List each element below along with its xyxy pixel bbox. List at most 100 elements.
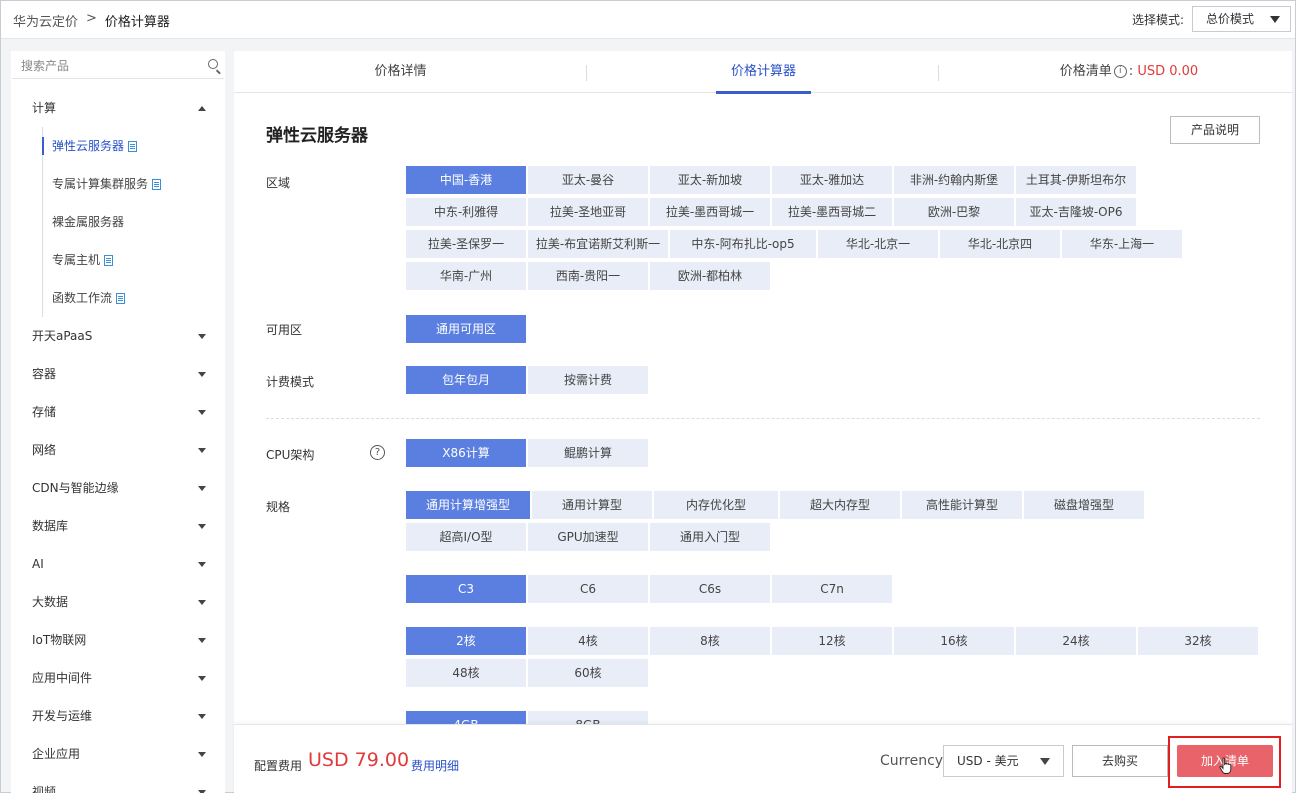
currency-select[interactable]: USD - 美元 <box>943 745 1064 777</box>
cpu-option[interactable]: X86计算 <box>406 439 526 467</box>
region-option[interactable]: 土耳其-伊斯坦布尔 <box>1016 166 1136 194</box>
tab-price-details[interactable]: 价格详情 <box>234 51 567 93</box>
sidebar-category[interactable]: 容器 <box>11 355 225 393</box>
spec-type-option[interactable]: 超高I/O型 <box>406 523 526 551</box>
spec-type-option[interactable]: 通用入门型 <box>650 523 770 551</box>
region-option[interactable]: 拉美-圣保罗一 <box>406 230 526 258</box>
tab-price-calculator[interactable]: 价格计算器 <box>716 51 811 93</box>
sidebar-category[interactable]: 网络 <box>11 431 225 469</box>
sidebar-category[interactable]: 视频 <box>11 773 225 793</box>
config-fee-value: USD 79.00 <box>308 749 410 771</box>
region-option[interactable]: 拉美-布宜诺斯艾利斯一 <box>528 230 668 258</box>
document-icon[interactable] <box>152 178 162 190</box>
sidebar-item[interactable]: 专属主机 <box>11 241 225 279</box>
region-option[interactable]: 华南-广州 <box>406 262 526 290</box>
cores-option[interactable]: 12核 <box>772 627 892 655</box>
sidebar-category[interactable]: CDN与智能边缘 <box>11 469 225 507</box>
region-option[interactable]: 华北-北京一 <box>818 230 938 258</box>
region-option[interactable]: 欧洲-巴黎 <box>894 198 1014 226</box>
caret-down-icon <box>1040 758 1050 765</box>
region-option[interactable]: 非洲-约翰内斯堡 <box>894 166 1014 194</box>
sidebar-category-label: 视频 <box>32 785 57 793</box>
cores-option[interactable]: 48核 <box>406 659 526 687</box>
sidebar-category[interactable]: 开发与运维 <box>11 697 225 735</box>
spec-type-option[interactable]: 通用计算增强型 <box>406 491 530 519</box>
region-option[interactable]: 拉美-墨西哥城二 <box>772 198 892 226</box>
cores-option[interactable]: 32核 <box>1138 627 1258 655</box>
spec-type-option[interactable]: 通用计算型 <box>532 491 652 519</box>
billing-option[interactable]: 包年包月 <box>406 366 526 394</box>
document-icon[interactable] <box>104 254 114 266</box>
sidebar-item[interactable]: 函数工作流 <box>11 279 225 317</box>
main-panel: 价格详情 价格计算器 价格清单 i: USD 0.00 弹性云服务器 产品说明 区… <box>234 51 1292 793</box>
region-option[interactable]: 中东-阿布扎比-op5 <box>670 230 816 258</box>
cores-option[interactable]: 8核 <box>650 627 770 655</box>
caret-down-icon <box>198 600 206 605</box>
sidebar-category[interactable]: 存储 <box>11 393 225 431</box>
sidebar-category[interactable]: 开天aPaaS <box>11 317 225 355</box>
cores-option[interactable]: 60核 <box>528 659 648 687</box>
cores-option[interactable]: 16核 <box>894 627 1014 655</box>
region-option[interactable]: 拉美-墨西哥城一 <box>650 198 770 226</box>
breadcrumb-root[interactable]: 华为云定价 <box>13 11 78 30</box>
buy-button[interactable]: 去购买 <box>1072 745 1168 777</box>
sidebar-item-label: 裸金属服务器 <box>52 215 125 229</box>
sidebar-category[interactable]: AI <box>11 545 225 583</box>
tab-separator <box>586 65 587 81</box>
sidebar-category[interactable]: 大数据 <box>11 583 225 621</box>
region-option[interactable]: 亚太-雅加达 <box>772 166 892 194</box>
spec-type-option[interactable]: 磁盘增强型 <box>1024 491 1144 519</box>
cpu-option[interactable]: 鲲鹏计算 <box>528 439 648 467</box>
sidebar-item[interactable]: 裸金属服务器 <box>11 203 225 241</box>
az-label: 可用区 <box>266 323 303 337</box>
az-option[interactable]: 通用可用区 <box>406 315 526 343</box>
fee-detail-link[interactable]: 费用明细 <box>411 757 459 774</box>
region-option[interactable]: 华东-上海一 <box>1062 230 1182 258</box>
sidebar-category[interactable]: 应用中间件 <box>11 659 225 697</box>
family-option[interactable]: C3 <box>406 575 526 603</box>
document-icon[interactable] <box>128 140 138 152</box>
sidebar-category-label: IoT物联网 <box>32 633 87 647</box>
sidebar-category[interactable]: 数据库 <box>11 507 225 545</box>
family-option[interactable]: C6 <box>528 575 648 603</box>
sidebar-item[interactable]: 弹性云服务器 <box>11 127 225 165</box>
sidebar-category-label: 企业应用 <box>32 747 81 761</box>
sidebar-category-label: 计算 <box>32 101 57 115</box>
region-option[interactable]: 亚太-新加坡 <box>650 166 770 194</box>
region-option[interactable]: 亚太-曼谷 <box>528 166 648 194</box>
region-option[interactable]: 中国-香港 <box>406 166 526 194</box>
spec-type-option[interactable]: GPU加速型 <box>528 523 648 551</box>
cores-option[interactable]: 4核 <box>528 627 648 655</box>
document-icon[interactable] <box>116 292 126 304</box>
sidebar-category[interactable]: IoT物联网 <box>11 621 225 659</box>
caret-down-icon <box>198 714 206 719</box>
tab-price-list[interactable]: 价格清单 i: USD 0.00 <box>1024 51 1234 93</box>
family-option[interactable]: C7n <box>772 575 892 603</box>
search-input[interactable] <box>12 53 202 79</box>
help-icon[interactable]: ? <box>370 445 385 460</box>
caret-down-icon <box>198 562 206 567</box>
region-option[interactable]: 中东-利雅得 <box>406 198 526 226</box>
sidebar-item[interactable]: 专属计算集群服务 <box>11 165 225 203</box>
spec-label: 规格 <box>266 500 291 514</box>
spec-type-option[interactable]: 内存优化型 <box>654 491 778 519</box>
spec-type-option[interactable]: 超大内存型 <box>780 491 900 519</box>
region-option[interactable]: 亚太-吉隆坡-OP6 <box>1016 198 1136 226</box>
region-option[interactable]: 华北-北京四 <box>940 230 1060 258</box>
sidebar-category[interactable]: 计算 <box>11 89 225 127</box>
family-option[interactable]: C6s <box>650 575 770 603</box>
region-option[interactable]: 西南-贵阳一 <box>528 262 648 290</box>
sidebar-category[interactable]: 企业应用 <box>11 735 225 773</box>
billing-option[interactable]: 按需计费 <box>528 366 648 394</box>
product-description-button[interactable]: 产品说明 <box>1170 116 1260 144</box>
sidebar-category-label: 容器 <box>32 367 57 381</box>
cores-option[interactable]: 24核 <box>1016 627 1136 655</box>
spec-type-option[interactable]: 高性能计算型 <box>902 491 1022 519</box>
region-option[interactable]: 欧洲-都柏林 <box>650 262 770 290</box>
mode-select[interactable]: 总价模式 <box>1192 6 1291 32</box>
region-option[interactable]: 拉美-圣地亚哥 <box>528 198 648 226</box>
footer-bar: 配置费用 USD 79.00 费用明细 Currency: USD - 美元 去… <box>234 724 1292 793</box>
search-icon[interactable] <box>208 59 218 69</box>
tab-bar: 价格详情 价格计算器 价格清单 i: USD 0.00 <box>234 51 1292 94</box>
cores-option[interactable]: 2核 <box>406 627 526 655</box>
